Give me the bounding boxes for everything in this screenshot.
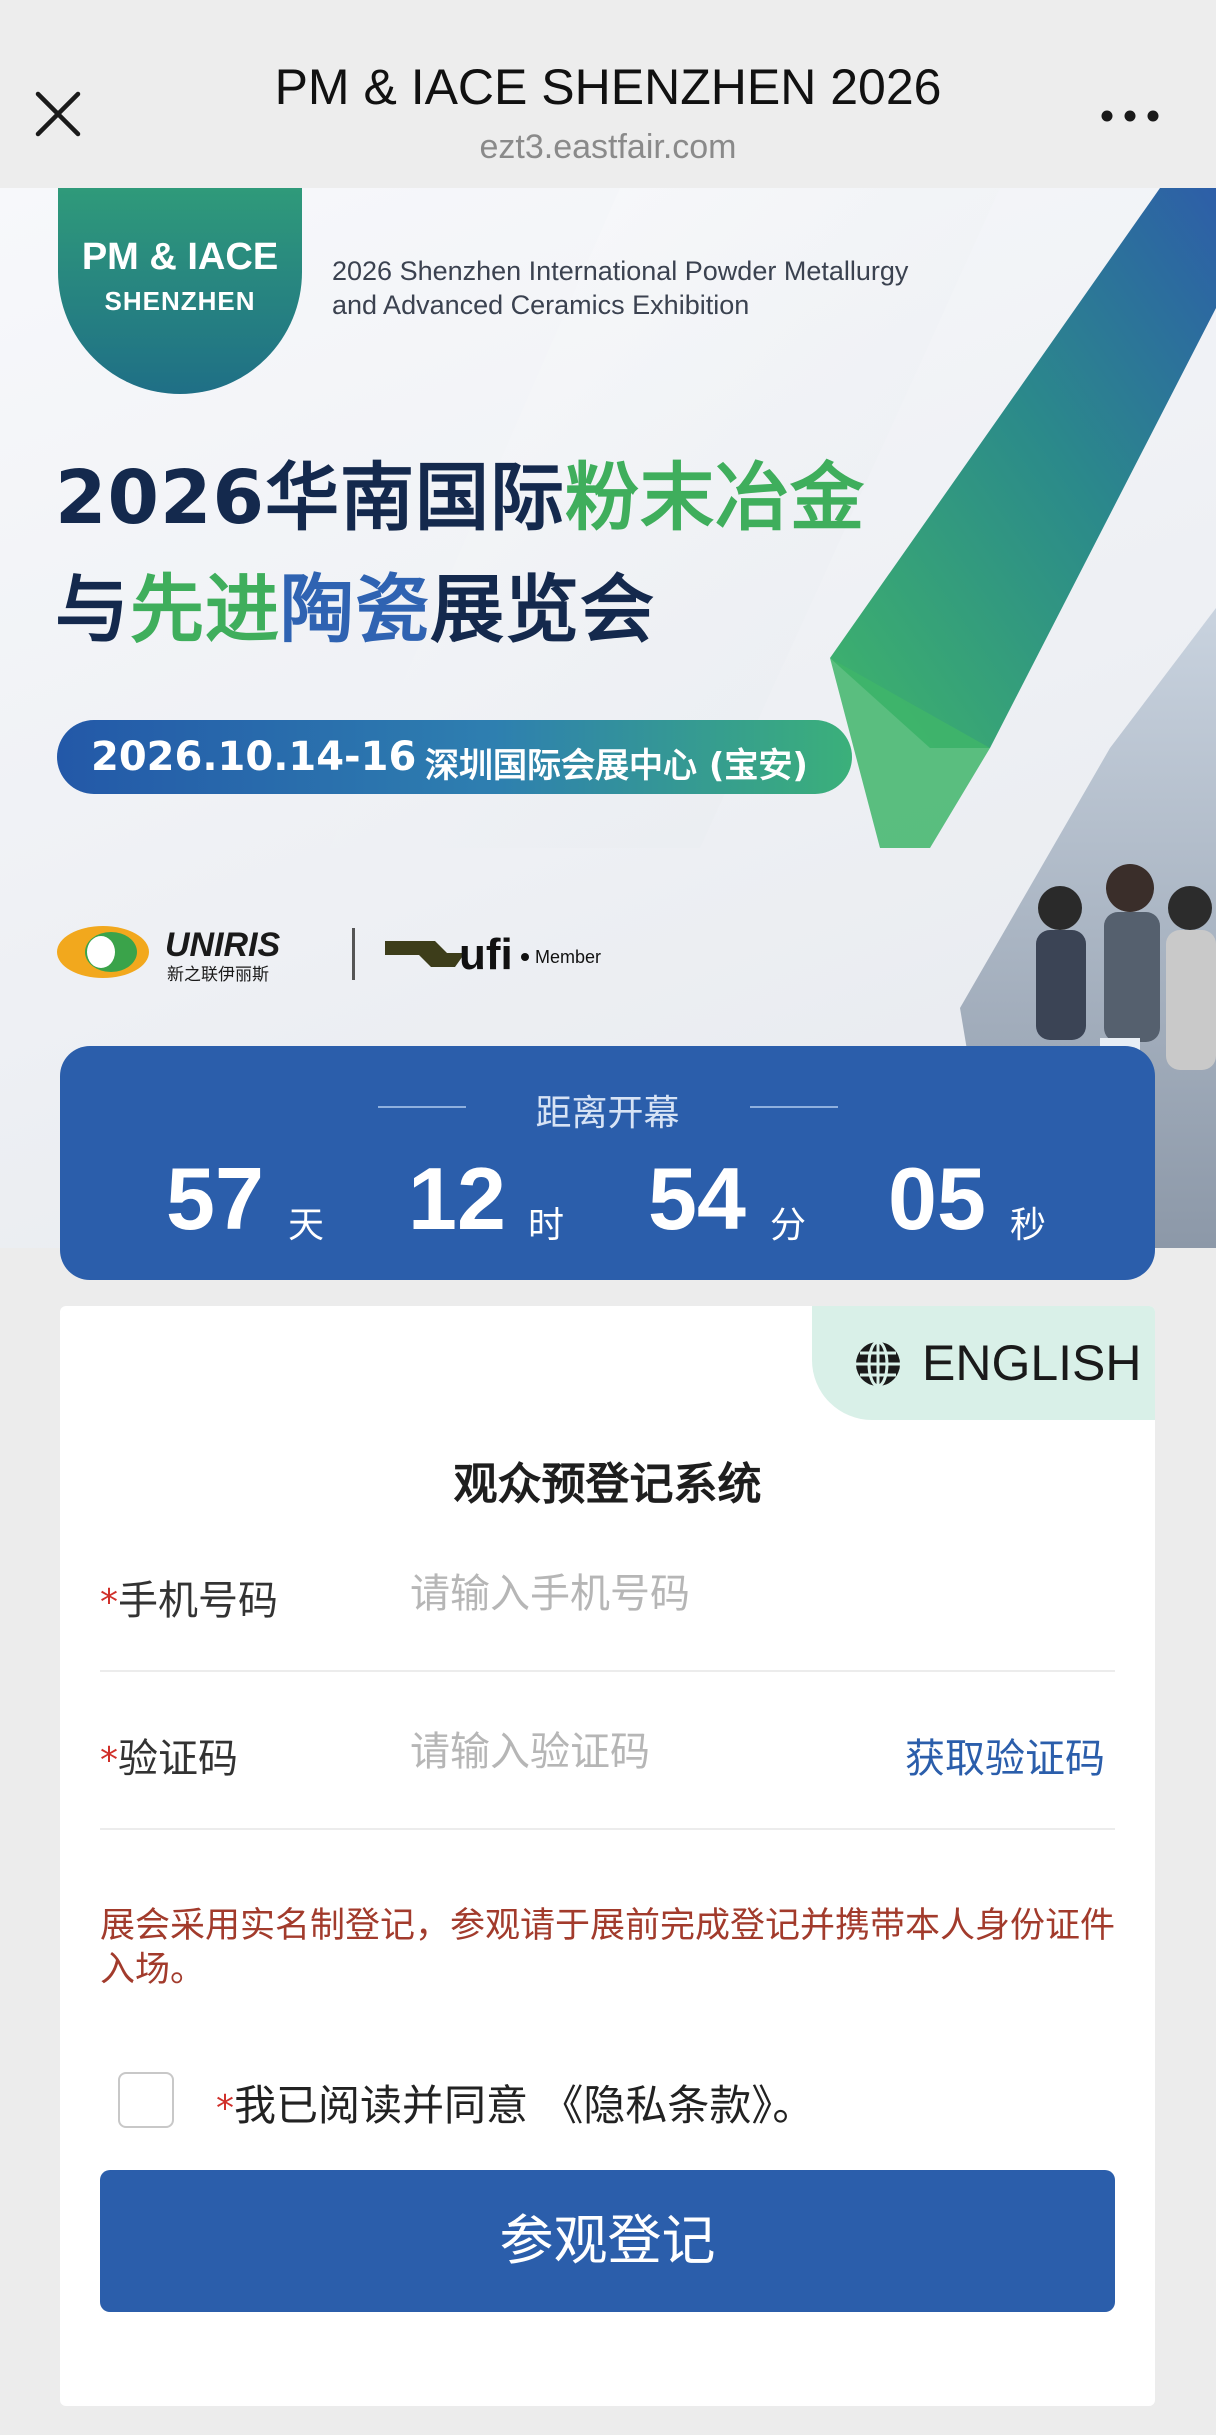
- title-cn-part: 陶瓷: [280, 567, 430, 653]
- realname-notice: 展会采用实名制登记，参观请于展前完成登记并携带本人身份证件入场。: [100, 1906, 1116, 1990]
- privacy-agree-text[interactable]: 我已阅读并同意 《隐私条款》。: [234, 2081, 814, 2130]
- language-label: ENGLISH: [922, 1335, 1142, 1391]
- divider-line: [750, 1106, 838, 1108]
- required-mark: *: [100, 1740, 118, 1781]
- code-label-text: 验证码: [118, 1736, 238, 1782]
- countdown-seconds-unit: 秒: [1010, 1205, 1047, 1246]
- get-code-button[interactable]: 获取验证码: [905, 1726, 1105, 1784]
- ufi-name: ufi: [459, 930, 513, 979]
- phone-input[interactable]: [410, 1568, 1050, 1620]
- top-bar: PM & IACE SHENZHEN 2026 ezt3.eastfair.co…: [0, 0, 1216, 190]
- more-dots-icon[interactable]: [1095, 96, 1165, 136]
- required-mark: *: [100, 1582, 118, 1623]
- subtitle-en-line1: 2026 Shenzhen International Powder Metal…: [332, 256, 909, 286]
- title-cn-part: 2026华南国际: [55, 455, 565, 541]
- title-cn-part: 先进: [130, 567, 280, 653]
- privacy-checkbox[interactable]: [118, 2072, 174, 2128]
- countdown-days-unit: 天: [288, 1205, 325, 1246]
- language-toggle[interactable]: ENGLISH: [812, 1306, 1155, 1420]
- logo-divider: [352, 928, 355, 980]
- countdown-seconds: 05: [888, 1149, 986, 1248]
- badge-line2: SHENZHEN: [104, 286, 256, 316]
- ufi-sub: Member: [535, 947, 601, 967]
- countdown-label: 距离开幕: [535, 1093, 680, 1134]
- countdown-days: 57: [166, 1149, 264, 1248]
- register-button[interactable]: 参观登记: [100, 2170, 1115, 2312]
- phone-label-text: 手机号码: [118, 1578, 278, 1624]
- subtitle-en-line2: and Advanced Ceramics Exhibition: [332, 290, 750, 320]
- title-cn-part: 与: [55, 567, 130, 653]
- countdown-panel: 距离开幕 57 天 12 时 54 分 05 秒: [60, 1046, 1155, 1280]
- registration-card: ENGLISH 观众预登记系统 *手机号码 *验证码 获取验证码 展会采用实名制…: [60, 1306, 1155, 2406]
- countdown-hours: 12: [408, 1149, 506, 1248]
- globe-icon: [856, 1340, 900, 1388]
- badge-line1: PM & IACE: [81, 236, 279, 278]
- phone-label: *手机号码: [100, 1568, 278, 1626]
- uniris-sub: 新之联伊丽斯: [167, 965, 269, 985]
- countdown-minutes-unit: 分: [770, 1205, 807, 1246]
- event-date: 2026.10.14-16: [91, 734, 417, 780]
- date-venue-pill: 2026.10.14-16 深圳国际会展中心 (宝安): [57, 720, 852, 794]
- title-cn-line2: 与先进陶瓷展览会: [55, 550, 655, 657]
- uniris-name: UNIRIS: [165, 926, 281, 964]
- event-venue: 深圳国际会展中心 (宝安): [425, 746, 808, 786]
- field-divider: [100, 1828, 1115, 1830]
- code-input[interactable]: [410, 1726, 870, 1778]
- title-cn-line1: 2026华南国际粉末冶金: [55, 438, 865, 545]
- countdown-minutes: 54: [648, 1149, 746, 1248]
- page-title: PM & IACE SHENZHEN 2026: [274, 59, 942, 115]
- page-url: ezt3.eastfair.com: [479, 128, 737, 166]
- title-cn-part: 粉末冶金: [564, 455, 865, 541]
- ufi-logo: ufi Member: [385, 930, 601, 979]
- uniris-logo: UNIRIS 新之联伊丽斯: [57, 926, 281, 985]
- field-divider: [100, 1670, 1115, 1672]
- countdown-hours-unit: 时: [528, 1205, 565, 1246]
- privacy-agree-label[interactable]: *我已阅读并同意 《隐私条款》。: [216, 2072, 814, 2133]
- title-cn-part: 展览会: [430, 567, 655, 653]
- required-mark: *: [216, 2088, 234, 2129]
- code-label: *验证码: [100, 1726, 238, 1784]
- form-title: 观众预登记系统: [453, 1459, 762, 1510]
